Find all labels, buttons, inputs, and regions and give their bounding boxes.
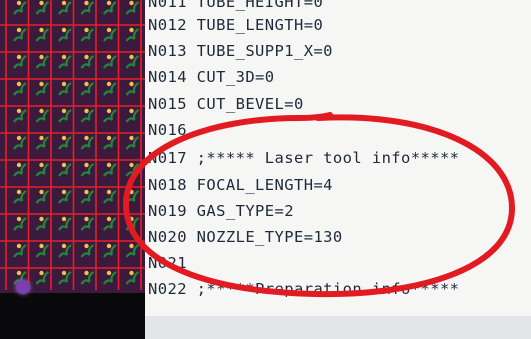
nested-part <box>58 54 72 69</box>
code-line: N013 TUBE_SUPP1_X=0 <box>148 42 333 60</box>
code-line: N018 FOCAL_LENGTH=4 <box>148 176 333 194</box>
nested-part <box>80 135 95 150</box>
nested-part <box>58 27 72 42</box>
nested-part <box>35 270 50 285</box>
nested-part <box>58 162 72 177</box>
nested-part <box>58 243 72 258</box>
parts-grid <box>0 0 145 290</box>
nested-part <box>125 54 140 69</box>
editor-bottom-bar <box>145 316 531 339</box>
nested-part <box>13 27 27 42</box>
nested-part <box>80 189 95 204</box>
nested-part <box>80 108 95 123</box>
code-line: N012 TUBE_LENGTH=0 <box>148 16 324 34</box>
nested-part <box>80 27 95 42</box>
nested-part <box>80 216 95 231</box>
nested-part <box>80 0 95 15</box>
nested-part <box>103 54 117 69</box>
origin-marker-icon <box>16 280 30 294</box>
nested-part <box>58 108 72 123</box>
nested-part <box>13 189 27 204</box>
code-line: N022 ;*****Preparation info***** <box>148 280 460 298</box>
nested-part <box>103 81 117 96</box>
nested-part <box>35 27 50 42</box>
code-line: N011 TUBE_HEIGHT=0 <box>148 0 324 11</box>
nested-part <box>13 135 27 150</box>
nested-part <box>13 162 27 177</box>
nested-part <box>125 216 140 231</box>
screenshot: N011 TUBE_HEIGHT=0 N012 TUBE_LENGTH=0 N0… <box>0 0 531 339</box>
nested-part <box>13 0 27 15</box>
nested-part <box>125 189 140 204</box>
nested-part <box>103 135 117 150</box>
nested-part <box>80 270 95 285</box>
nested-part <box>58 135 72 150</box>
code-line: N014 CUT_3D=0 <box>148 68 275 86</box>
nested-part <box>13 216 27 231</box>
nested-part <box>35 162 50 177</box>
nested-part <box>80 54 95 69</box>
nested-part <box>103 243 117 258</box>
nested-part <box>125 108 140 123</box>
nested-part <box>103 162 117 177</box>
code-line: N020 NOZZLE_TYPE=130 <box>148 228 343 246</box>
nested-part <box>103 216 117 231</box>
preview-dark-area <box>0 293 145 339</box>
nested-part <box>35 81 50 96</box>
nested-part <box>35 54 50 69</box>
nested-part <box>58 216 72 231</box>
nested-part <box>13 243 27 258</box>
nested-part <box>103 189 117 204</box>
nested-part <box>103 27 117 42</box>
nested-part <box>58 270 72 285</box>
nested-part <box>103 270 117 285</box>
nested-part <box>125 0 140 15</box>
nested-part <box>58 81 72 96</box>
nesting-preview-panel[interactable] <box>0 0 145 293</box>
nested-part <box>13 108 27 123</box>
code-line: N021 <box>148 254 187 272</box>
code-line: N016 <box>148 121 187 139</box>
code-line: N019 GAS_TYPE=2 <box>148 202 294 220</box>
nc-code-editor[interactable]: N011 TUBE_HEIGHT=0 N012 TUBE_LENGTH=0 N0… <box>145 0 531 320</box>
nested-part <box>103 0 117 15</box>
nested-part <box>35 189 50 204</box>
nested-part <box>13 81 27 96</box>
nested-part <box>125 135 140 150</box>
nested-part <box>125 81 140 96</box>
nested-part <box>80 81 95 96</box>
nested-part <box>80 243 95 258</box>
nested-part <box>125 162 140 177</box>
nested-part <box>35 0 50 15</box>
nested-part <box>125 27 140 42</box>
nested-part <box>35 243 50 258</box>
nested-part <box>58 189 72 204</box>
nested-part <box>80 162 95 177</box>
nested-part <box>58 0 72 15</box>
nested-part <box>35 216 50 231</box>
nested-part <box>125 270 140 285</box>
nested-part <box>35 135 50 150</box>
code-line: N017 ;***** Laser tool info***** <box>148 149 460 167</box>
nested-part <box>35 108 50 123</box>
code-line: N015 CUT_BEVEL=0 <box>148 95 304 113</box>
nested-part <box>125 243 140 258</box>
nested-part <box>13 54 27 69</box>
nested-part <box>103 108 117 123</box>
